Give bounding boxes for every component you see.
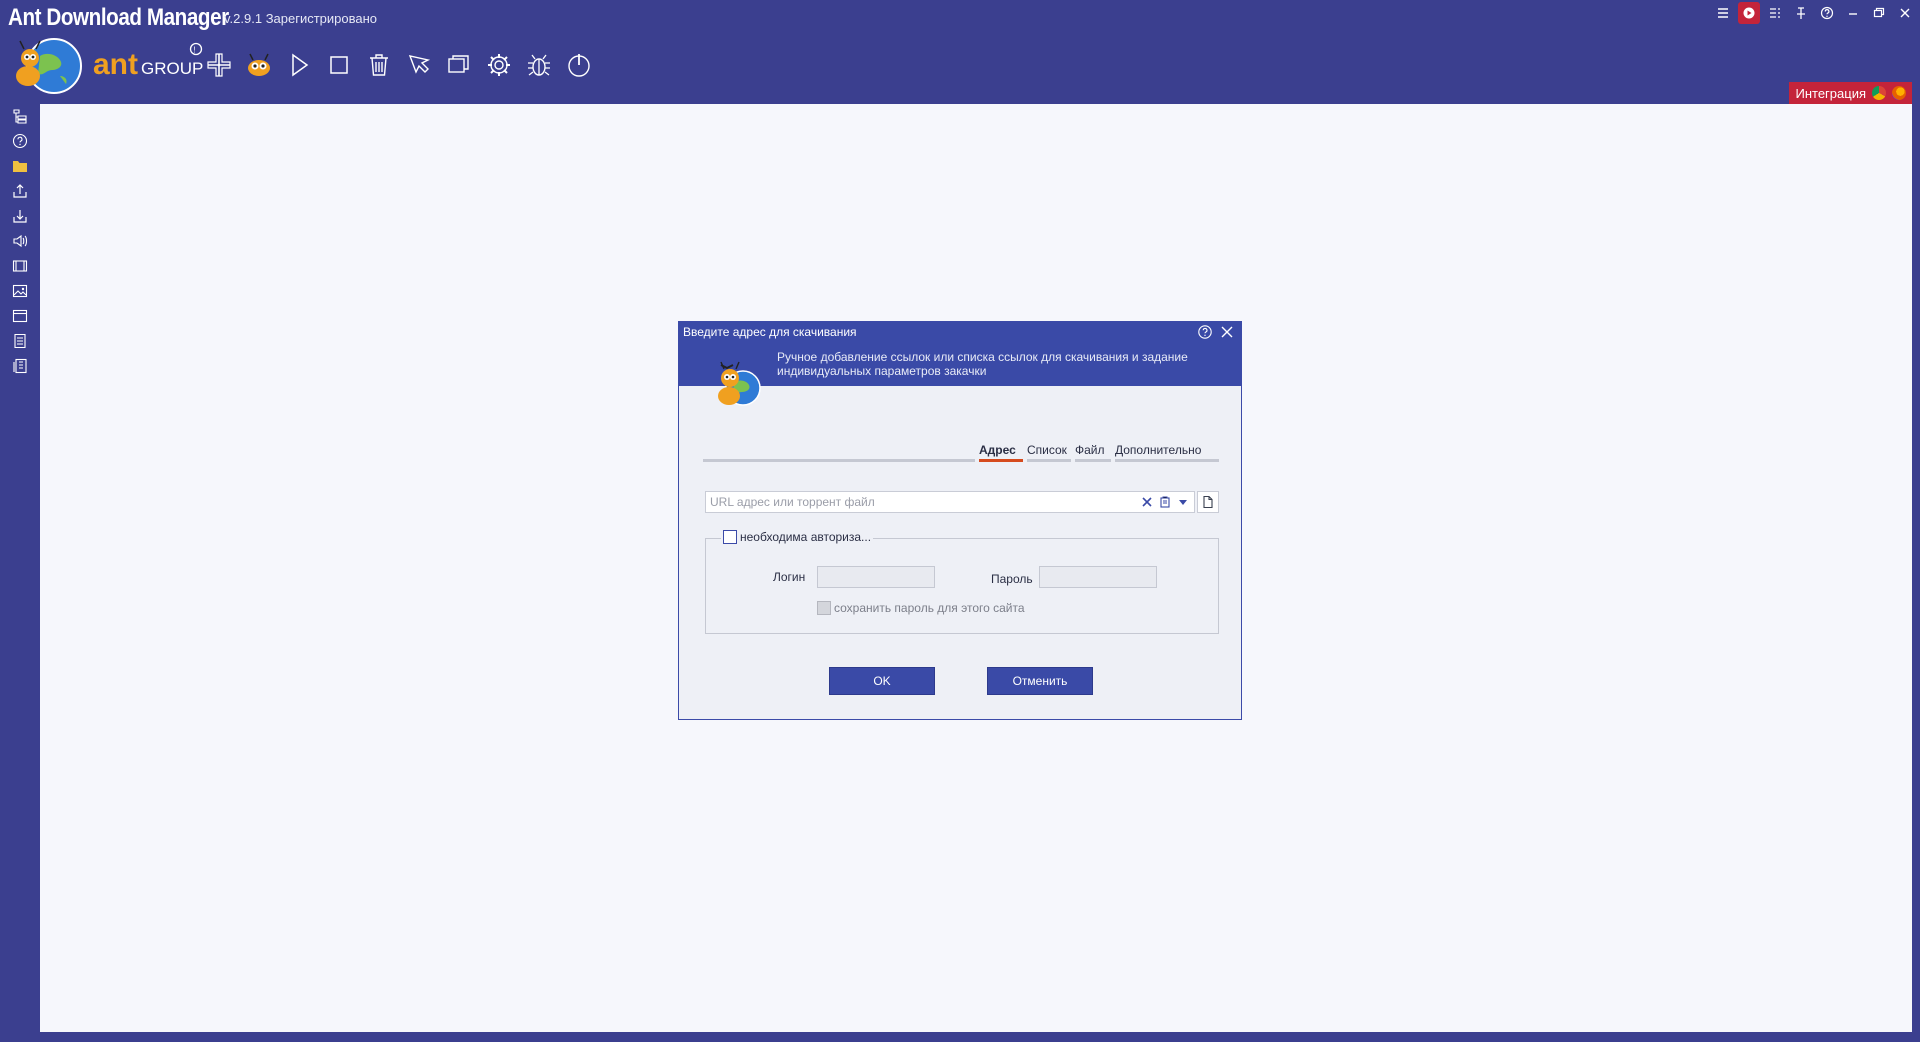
help-icon[interactable] [1816,2,1838,24]
save-password-row[interactable]: сохранить пароль для этого сайта [817,601,1025,615]
file-icon [1203,495,1213,509]
minimize-icon[interactable] [1842,2,1864,24]
document-icon[interactable] [12,333,28,349]
ok-button[interactable]: OK [829,667,935,695]
tab-address-underline [979,459,1023,462]
tab-advanced-underline [1115,459,1219,462]
pen-icon[interactable] [404,50,434,80]
dialog-close-icon[interactable] [1219,324,1235,340]
title-bar: Ant Download Manager v.2.9.1 Зарегистрир… [0,0,1920,32]
ant-group-logo-icon: ant GROUP ! [93,42,203,81]
toolbar-actions [204,50,594,80]
login-label: Логин [773,570,806,584]
version-number: v.2.9.1 [224,11,263,26]
chevron-down-icon[interactable] [1176,495,1190,509]
integration-label: Интеграция [1795,85,1866,101]
record-icon[interactable] [1738,2,1760,24]
list-settings-icon[interactable] [1764,2,1786,24]
delete-icon[interactable] [364,50,394,80]
save-password-label: сохранить пароль для этого сайта [834,601,1025,615]
window-icon[interactable] [12,308,28,324]
registration-status: Зарегистрировано [265,11,378,26]
question-icon[interactable] [12,133,28,149]
upload-icon[interactable] [12,183,28,199]
firefox-icon [1892,86,1906,100]
windows-icon[interactable] [444,50,474,80]
tab-advanced[interactable]: Дополнительно [1115,443,1201,457]
tree-icon[interactable] [12,108,28,124]
folder-icon[interactable] [12,158,28,174]
tab-list[interactable]: Список [1027,443,1067,457]
dialog-tabs: Адрес Список Файл Дополнительно [703,443,1219,463]
svg-text:!: ! [194,46,196,55]
close-icon[interactable] [1894,2,1916,24]
tab-file[interactable]: Файл [1075,443,1105,457]
tab-list-underline [1027,459,1071,462]
video-icon[interactable] [12,258,28,274]
auth-checkbox-row[interactable]: необходима авториза... [721,530,874,544]
tab-file-underline [1075,459,1111,462]
download-icon[interactable] [12,208,28,224]
tab-rail [703,459,975,462]
ant-mascot-icon[interactable] [244,50,274,80]
login-field[interactable] [817,566,935,588]
save-password-checkbox[interactable] [817,601,831,615]
tab-address[interactable]: Адрес [979,443,1016,457]
add-url-dialog: Введите адрес для скачивания Ручное доба… [678,321,1242,720]
restore-icon[interactable] [1868,2,1890,24]
archive-icon[interactable] [12,358,28,374]
window-controls [1712,2,1916,24]
dialog-title: Введите адрес для скачивания [683,325,857,339]
app-title: Ant Download Manager [8,4,229,31]
chrome-icon [1872,86,1886,100]
add-icon[interactable] [204,50,234,80]
audio-icon[interactable] [12,233,28,249]
stop-icon[interactable] [324,50,354,80]
logo-ant-text: ant [93,48,138,81]
status-strip [0,1034,1920,1042]
auth-checkbox[interactable] [723,530,737,544]
image-icon[interactable] [12,283,28,299]
app-version: v.2.9.1 Зарегистрировано [224,11,377,26]
main-toolbar: ant GROUP ! [0,32,1920,102]
url-input[interactable] [710,494,1130,510]
password-label: Пароль [991,572,1033,586]
browse-file-button[interactable] [1197,491,1219,513]
cancel-button[interactable]: Отменить [987,667,1093,695]
dialog-help-icon[interactable] [1197,324,1213,340]
dialog-description: Ручное добавление ссылок или списка ссыл… [777,350,1188,378]
play-icon[interactable] [284,50,314,80]
logo-group-text: GROUP [141,59,203,78]
menu-icon[interactable] [1712,2,1734,24]
clear-icon[interactable] [1140,495,1154,509]
auth-checkbox-label: необходима авториза... [740,530,872,544]
url-field [705,491,1195,513]
integration-button[interactable]: Интеграция [1789,82,1912,104]
password-field[interactable] [1039,566,1157,588]
ant-globe-logo-icon [16,38,82,94]
pin-icon[interactable] [1790,2,1812,24]
bug-icon[interactable] [524,50,554,80]
gear-icon[interactable] [484,50,514,80]
power-icon[interactable] [564,50,594,80]
clipboard-icon[interactable] [1158,495,1172,509]
category-sidebar [0,104,40,1034]
ant-globe-mascot-icon [718,361,761,406]
